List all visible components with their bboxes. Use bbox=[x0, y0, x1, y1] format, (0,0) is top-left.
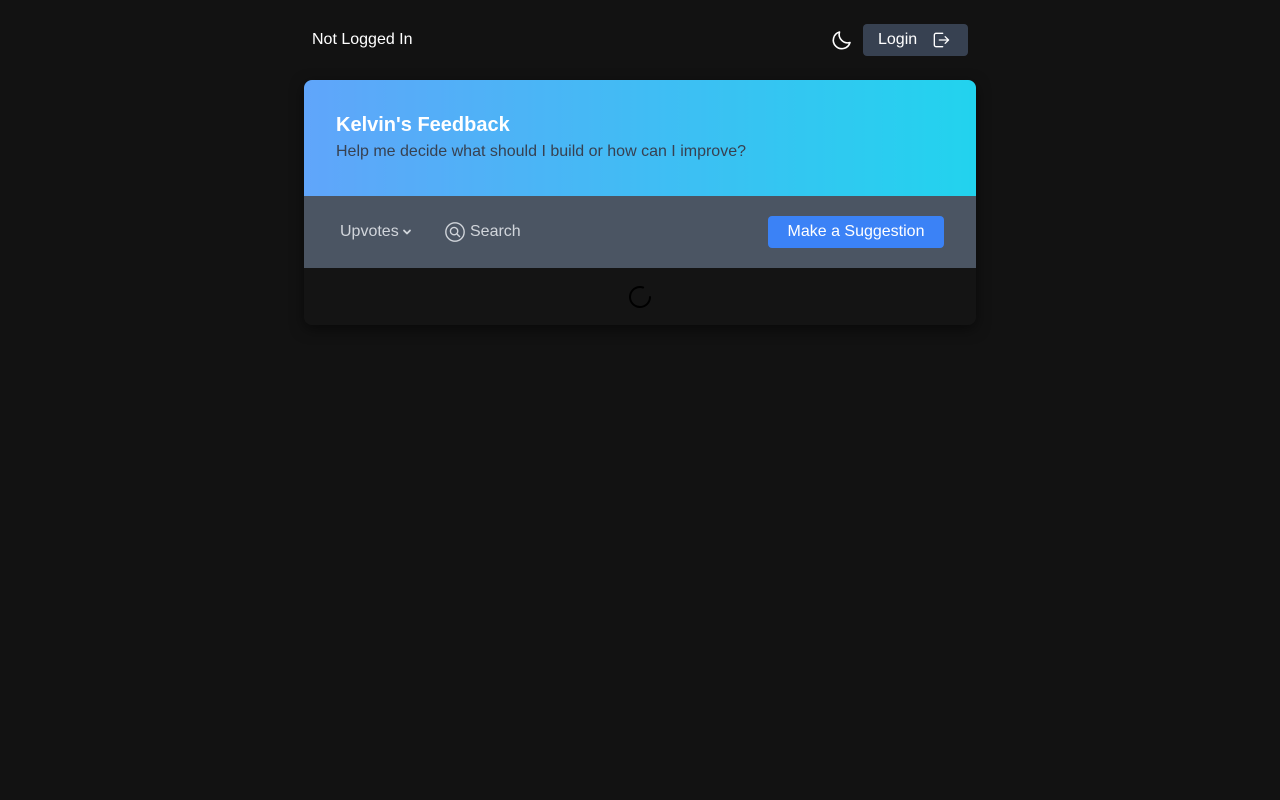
suggestion-list bbox=[304, 268, 976, 325]
hero-banner: Kelvin's Feedback Help me decide what sh… bbox=[304, 80, 976, 196]
chevron-down-icon bbox=[402, 229, 411, 235]
search-box bbox=[444, 220, 644, 244]
top-bar: Not Logged In Login bbox=[304, 24, 968, 56]
make-suggestion-button[interactable]: Make a Suggestion bbox=[768, 216, 944, 248]
sort-dropdown[interactable]: Upvotes bbox=[340, 220, 413, 244]
page-subtitle: Help me decide what should I build or ho… bbox=[336, 143, 746, 160]
search-icon bbox=[445, 222, 465, 242]
feedback-card: Kelvin's Feedback Help me decide what sh… bbox=[304, 80, 976, 325]
logout-arrow-icon bbox=[933, 32, 950, 48]
login-status: Not Logged In bbox=[312, 31, 413, 48]
page-title: Kelvin's Feedback bbox=[336, 114, 510, 136]
search-input[interactable] bbox=[470, 223, 620, 241]
page: Not Logged In Login Kelvin's Feedback He… bbox=[0, 0, 1280, 800]
theme-toggle-button[interactable] bbox=[830, 28, 854, 52]
toolbar: Upvotes Make a Suggestion bbox=[304, 196, 976, 268]
login-button-label: Login bbox=[878, 31, 918, 48]
moon-icon bbox=[832, 31, 851, 50]
login-button[interactable]: Login bbox=[863, 24, 968, 56]
spinner-icon bbox=[629, 286, 651, 308]
sort-dropdown-label: Upvotes bbox=[340, 223, 399, 240]
